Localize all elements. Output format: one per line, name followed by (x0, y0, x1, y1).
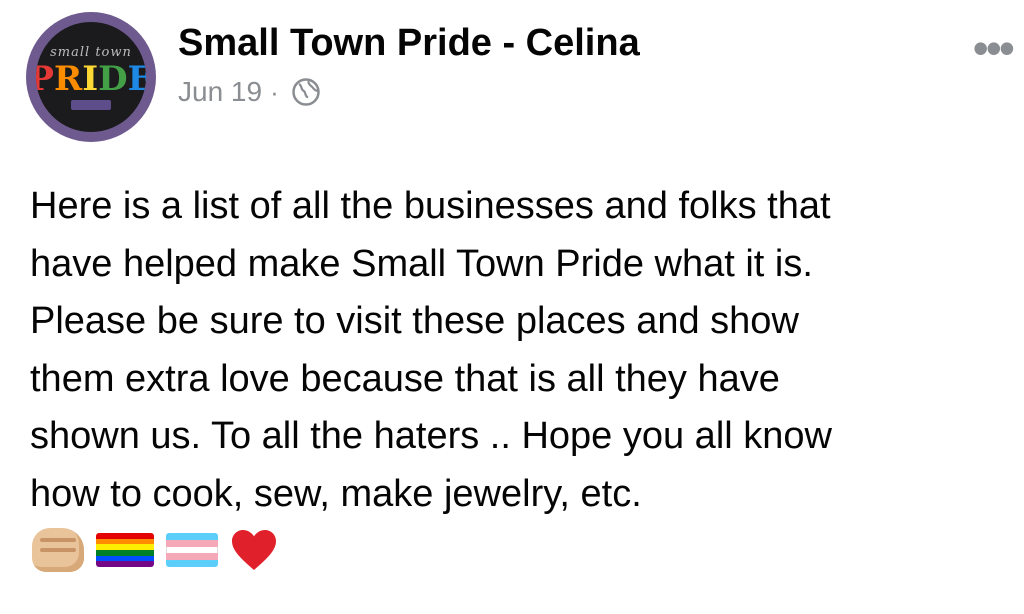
transgender-flag-icon (166, 533, 218, 567)
more-options-icon[interactable]: ••• (973, 25, 1015, 71)
pride-logo: small town PRIDE (36, 22, 146, 132)
page-name-link[interactable]: Small Town Pride - Celina (178, 22, 640, 65)
page-avatar[interactable]: small town PRIDE (26, 12, 156, 142)
post-body: Here is a list of all the businesses and… (30, 178, 1010, 523)
avatar-letter: E (127, 58, 146, 99)
post-meta: Jun 19 · (178, 76, 321, 108)
post-text-line: Please be sure to visit these places and… (30, 300, 799, 342)
post-text-line: Here is a list of all the businesses and… (30, 185, 831, 227)
red-heart-icon (232, 530, 276, 570)
post-text-line: have helped make Small Town Pride what i… (30, 242, 813, 285)
avatar-banner (71, 99, 111, 110)
facebook-post: small town PRIDE Small Town Pride - Celi… (0, 0, 1024, 614)
post-text-line: them extra love because that is all they… (30, 357, 780, 400)
meta-separator: · (270, 76, 279, 107)
avatar-letter: R (54, 58, 83, 99)
emoji-row (32, 528, 278, 572)
rainbow-flag-icon (96, 533, 154, 567)
post-text-line: how to cook, sew, make jewelry, etc. (30, 472, 642, 515)
avatar-pride-word: PRIDE (36, 62, 146, 96)
fist-icon (32, 528, 84, 572)
avatar-letter: D (98, 58, 128, 99)
post-text-line: shown us. To all the haters .. Hope you … (30, 415, 832, 457)
post-date-link[interactable]: Jun 19 (178, 76, 262, 108)
avatar-letter: I (82, 58, 99, 99)
avatar-top-text: small town (50, 44, 132, 60)
globe-icon[interactable] (291, 77, 321, 107)
avatar-letter: P (36, 58, 54, 99)
